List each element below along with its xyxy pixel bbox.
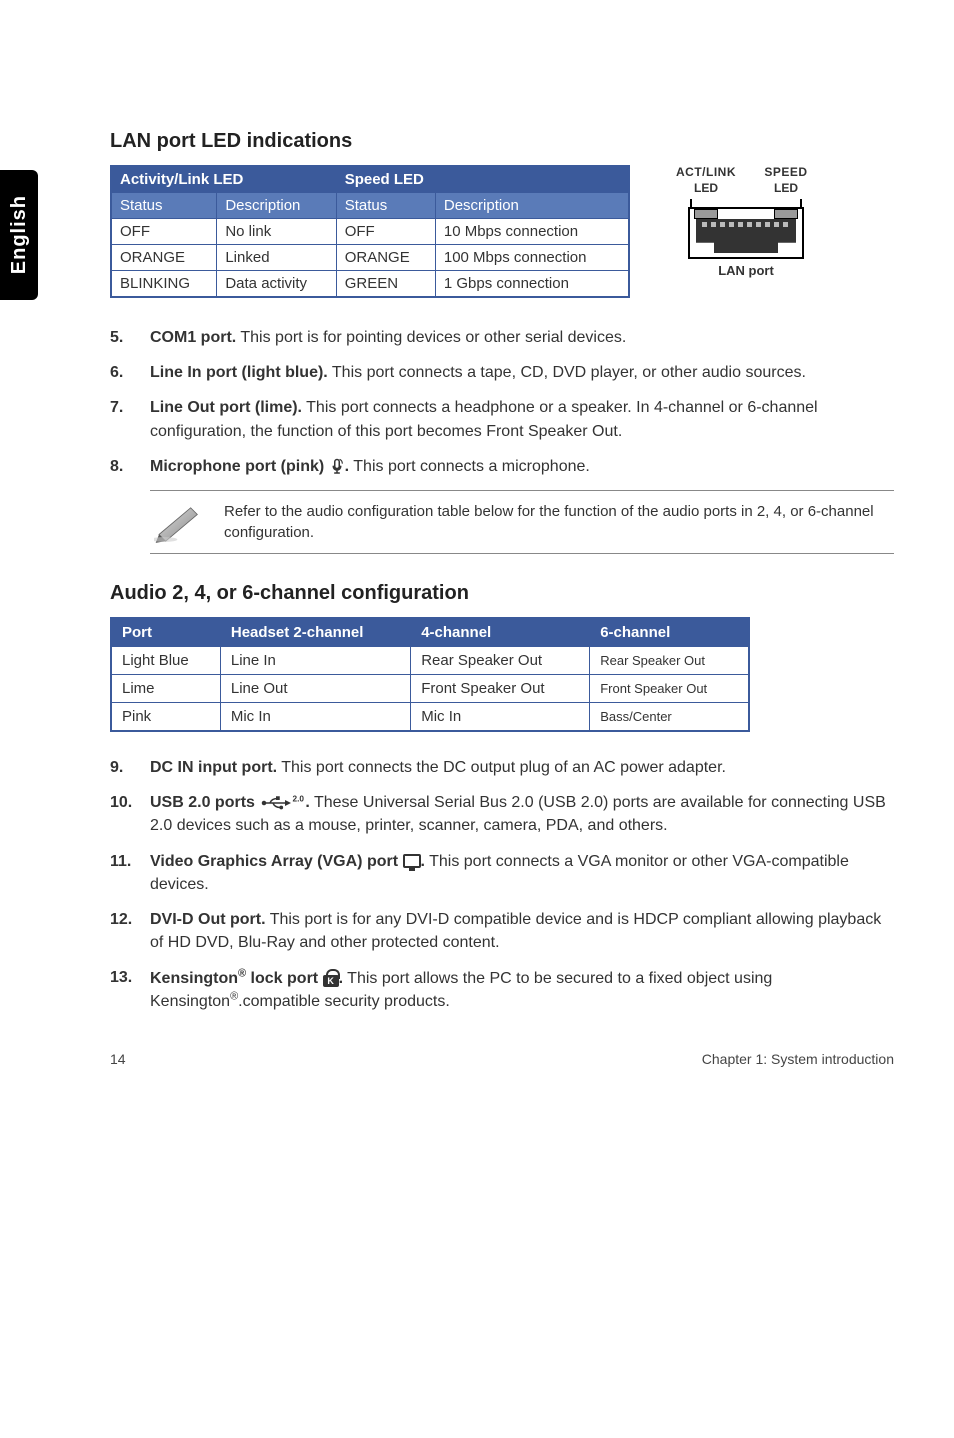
list-item: DVI-D Out port. This port is for any DVI… [110, 908, 894, 954]
diagram-label-speed: SPEED [746, 165, 826, 179]
audio-h3: 4-channel [411, 618, 590, 647]
list-item: Microphone port (pink) . This port conne… [110, 455, 894, 478]
table-row: Light Blue Line In Rear Speaker Out Rear… [111, 646, 749, 674]
table-row: OFF No link OFF 10 Mbps connection [111, 219, 629, 245]
diagram-label-led2: LED [746, 181, 826, 195]
led-row: Activity/Link LED Speed LED Status Descr… [110, 165, 894, 298]
note-block: Refer to the audio configuration table b… [150, 490, 894, 554]
list-item: DC IN input port. This port connects the… [110, 756, 894, 779]
item-lead: COM1 port. [150, 329, 236, 346]
language-side-tab: English [0, 170, 38, 300]
led-h3: Status [336, 193, 435, 219]
table-row: BLINKING Data activity GREEN 1 Gbps conn… [111, 271, 629, 298]
item-list-9-13: DC IN input port. This port connects the… [110, 756, 894, 1013]
audio-table: Port Headset 2-channel 4-channel 6-chann… [110, 617, 750, 732]
item-lead: Video Graphics Array (VGA) port . [150, 853, 425, 870]
item-lead: DVI-D Out port. [150, 911, 266, 928]
diagram-label-led1: LED [666, 181, 746, 195]
diagram-caption: LAN port [666, 263, 826, 278]
item-lead: Line In port (light blue). [150, 364, 328, 381]
lan-port-diagram: ACT/LINK SPEED LED LED LAN port [666, 165, 826, 278]
item-lead: USB 2.0 ports 2.0. [150, 794, 310, 811]
table-row: Pink Mic In Mic In Bass/Center [111, 702, 749, 731]
list-item: Kensington® lock port . This port allows… [110, 966, 894, 1013]
item-lead: Kensington® lock port . [150, 970, 343, 987]
svg-text:2.0: 2.0 [293, 794, 305, 803]
item-lead: DC IN input port. [150, 759, 277, 776]
diagram-label-actlink: ACT/LINK [666, 165, 746, 179]
audio-h1: Port [111, 618, 220, 647]
rj45-jack-icon [696, 219, 796, 253]
item-text: This port connects a microphone. [349, 458, 590, 475]
item-text: This port is for pointing devices or oth… [236, 329, 626, 346]
page-content: LAN port LED indications Activity/Link L… [110, 0, 894, 1013]
page-footer: 14 Chapter 1: System introduction [110, 1051, 894, 1067]
item-lead: Microphone port (pink) . [150, 458, 349, 475]
language-label: English [8, 195, 31, 274]
led-h2: Description [217, 193, 336, 219]
list-item: COM1 port. This port is for pointing dev… [110, 326, 894, 349]
item-text: This port connects the DC output plug of… [277, 759, 726, 776]
led-table: Activity/Link LED Speed LED Status Descr… [110, 165, 630, 298]
note-text: Refer to the audio configuration table b… [224, 501, 890, 543]
vga-monitor-icon [403, 854, 421, 868]
page-number: 14 [110, 1051, 126, 1067]
led-group-1: Activity/Link LED [111, 166, 336, 193]
list-item: Video Graphics Array (VGA) port . This p… [110, 850, 894, 896]
usb-icon: 2.0 [259, 794, 305, 812]
audio-h2: Headset 2-channel [220, 618, 410, 647]
item-text: This port connects a tape, CD, DVD playe… [328, 364, 806, 381]
list-item: Line Out port (lime). This port connects… [110, 396, 894, 442]
led-h4: Description [435, 193, 629, 219]
item-lead: Line Out port (lime). [150, 399, 302, 416]
section-title-lan: LAN port LED indications [110, 130, 894, 153]
led-h1: Status [111, 193, 217, 219]
table-row: ORANGE Linked ORANGE 100 Mbps connection [111, 245, 629, 271]
kensington-lock-icon [323, 969, 339, 987]
table-row: Lime Line Out Front Speaker Out Front Sp… [111, 674, 749, 702]
microphone-icon [329, 458, 345, 476]
audio-h4: 6-channel [590, 618, 749, 647]
item-list-5-8: COM1 port. This port is for pointing dev… [110, 326, 894, 478]
pencil-note-icon [154, 501, 204, 543]
list-item: USB 2.0 ports 2.0. These Universal Seria… [110, 791, 894, 837]
led-group-2: Speed LED [336, 166, 629, 193]
section-title-audio: Audio 2, 4, or 6-channel configuration [110, 582, 894, 605]
list-item: Line In port (light blue). This port con… [110, 361, 894, 384]
chapter-label: Chapter 1: System introduction [702, 1051, 894, 1067]
